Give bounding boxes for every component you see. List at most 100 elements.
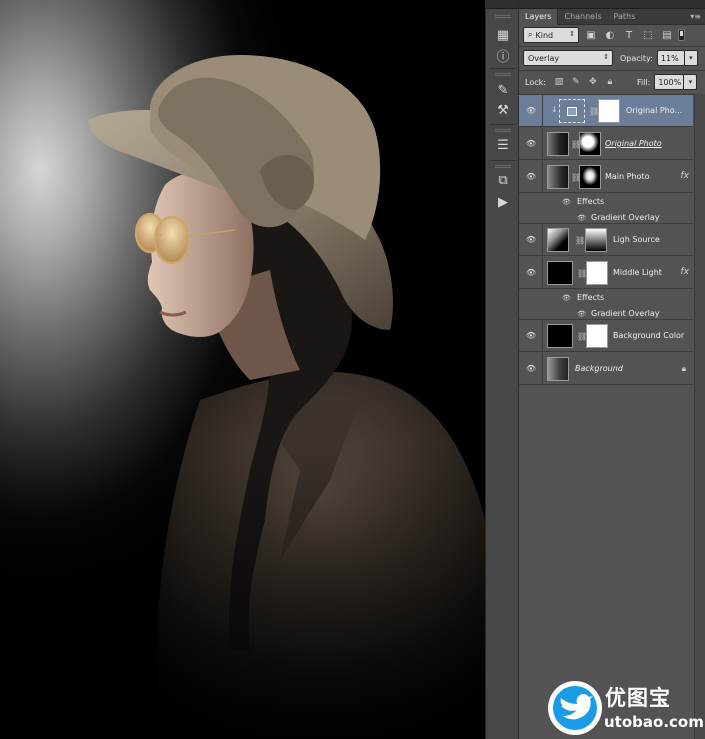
effect-row[interactable]: 👁︎ Gradient Overlay: [519, 306, 693, 320]
bird-logo-icon: [548, 681, 602, 735]
tab-layers[interactable]: Layers: [519, 9, 559, 25]
strip-grip[interactable]: [495, 129, 511, 132]
fx-badge[interactable]: fx: [681, 267, 690, 277]
layer-thumbnail[interactable]: [547, 165, 569, 189]
adjustment-filter-icon[interactable]: ◐: [603, 28, 617, 42]
layer-thumbnail[interactable]: [547, 324, 573, 348]
effects-label: Effects: [577, 197, 605, 206]
lock-image-icon[interactable]: ✎: [569, 75, 583, 89]
layer-mask-thumbnail[interactable]: [586, 324, 608, 348]
strip-grip[interactable]: [495, 15, 511, 18]
layer-name[interactable]: Middle Light: [613, 268, 662, 277]
pixel-filter-icon[interactable]: ▣: [584, 28, 598, 42]
layer-mask-thumbnail[interactable]: [585, 228, 607, 252]
type-filter-icon[interactable]: T: [622, 28, 636, 42]
fx-badge[interactable]: fx: [681, 171, 690, 181]
filter-toggle-switch[interactable]: [678, 29, 685, 41]
lock-position-icon[interactable]: ✥: [586, 75, 600, 89]
link-chain-icon[interactable]: ⛓︎: [575, 236, 585, 245]
fill-field[interactable]: 100%: [654, 74, 685, 90]
eye-column-divider: [542, 161, 543, 192]
eye-column-divider: [542, 320, 543, 351]
search-icon: ⌕: [528, 30, 533, 39]
layer-mask-thumbnail[interactable]: [586, 261, 608, 285]
visibility-eye-icon[interactable]: 👁︎: [525, 172, 537, 182]
paragraph-icon[interactable]: ☰: [492, 135, 514, 155]
fill-dropdown-button[interactable]: ▾: [684, 74, 698, 90]
layer-mask-thumbnail[interactable]: [579, 165, 601, 189]
visibility-eye-icon[interactable]: 👁︎: [525, 235, 537, 245]
layer-row[interactable]: 👁︎ ⛓︎ Main Photo fx: [519, 161, 693, 193]
layer-filter-row: ⌕ Kind ⇕ ▣ ◐ T ⬚ ▤: [523, 26, 701, 44]
smart-object-filter-icon[interactable]: ▤: [660, 28, 674, 42]
eye-column-divider: [542, 353, 543, 384]
layer-row[interactable]: 👁︎ ⛓︎ Middle Light fx: [519, 257, 693, 289]
visibility-eye-icon[interactable]: 👁︎: [577, 214, 586, 222]
effects-row[interactable]: 👁︎ Effects: [519, 290, 693, 306]
tool-presets-icon[interactable]: ⚒: [492, 100, 514, 120]
blend-mode-select[interactable]: Overlay ⇕: [523, 50, 613, 66]
visibility-eye-icon[interactable]: 👁︎: [562, 198, 571, 206]
layer-row[interactable]: 👁︎ Background 🔒︎: [519, 353, 693, 385]
panel-collapse-bar[interactable]: [519, 0, 705, 9]
layers-panel: Layers Channels Paths ▾≡ ⌕ Kind ⇕ ▣ ◐ T …: [519, 0, 705, 739]
info-icon[interactable]: ⓘ: [492, 45, 514, 65]
shape-filter-icon[interactable]: ⬚: [641, 28, 655, 42]
layer-mask-thumbnail[interactable]: [579, 132, 601, 156]
opacity-label: Opacity:: [620, 53, 653, 63]
visibility-eye-icon[interactable]: 👁︎: [525, 106, 537, 116]
strip-grip[interactable]: [495, 73, 511, 76]
layer-row[interactable]: 👁︎ ⛓︎ Ligh Source: [519, 224, 693, 256]
panel-menu-icon[interactable]: ▾≡: [690, 12, 701, 21]
strip-divider: [490, 68, 516, 69]
opacity-dropdown-button[interactable]: ▾: [684, 50, 698, 66]
strip-grip[interactable]: [495, 165, 511, 168]
layer-row[interactable]: 👁︎ ⛓︎ Background Color: [519, 320, 693, 352]
layer-row[interactable]: 👁︎ ⛓︎ Original Photo: [519, 128, 693, 160]
tab-channels[interactable]: Channels: [558, 9, 607, 25]
strip-collapse-bar[interactable]: [486, 0, 518, 9]
filter-kind-select[interactable]: ⌕ Kind ⇕: [523, 27, 579, 43]
layer-name[interactable]: Background: [575, 364, 623, 373]
layer-name[interactable]: Original Photo: [605, 139, 662, 148]
opacity-field[interactable]: 11%: [656, 50, 685, 66]
portrait-photo: [0, 0, 485, 739]
filter-kind-label: Kind: [535, 30, 554, 40]
layer-thumbnail[interactable]: [547, 228, 569, 252]
document-canvas[interactable]: [0, 0, 485, 739]
layer-thumbnail[interactable]: [547, 132, 569, 156]
watermark: 优图宝 utobao.com: [547, 680, 705, 739]
layer-comps-icon[interactable]: ⧉: [492, 170, 514, 190]
layer-thumbnail[interactable]: [547, 357, 569, 381]
layer-row[interactable]: 👁︎ ↓ ⛓︎ Original Pho...: [519, 95, 693, 127]
strip-divider: [490, 160, 516, 161]
lock-all-icon[interactable]: 🔒︎: [603, 75, 617, 89]
watermark-url: utobao.com: [604, 713, 704, 731]
brush-icon[interactable]: ✎: [492, 80, 514, 100]
visibility-eye-icon[interactable]: 👁︎: [525, 364, 537, 374]
lock-transparent-icon[interactable]: ▧: [552, 75, 566, 89]
eye-column-divider: [542, 224, 543, 255]
actions-play-icon[interactable]: ▶: [492, 192, 514, 212]
strip-divider: [490, 124, 516, 125]
history-icon[interactable]: ▦: [492, 25, 514, 45]
visibility-eye-icon[interactable]: 👁︎: [562, 294, 571, 302]
visibility-eye-icon[interactable]: 👁︎: [525, 139, 537, 149]
layer-name[interactable]: Ligh Source: [613, 235, 660, 244]
adjustment-thumbnail[interactable]: [559, 99, 585, 123]
visibility-eye-icon[interactable]: 👁︎: [525, 268, 537, 278]
fill-label: Fill:: [636, 77, 651, 87]
lock-label: Lock:: [525, 77, 546, 87]
layer-name[interactable]: Background Color: [613, 331, 684, 340]
eye-column-divider: [542, 95, 543, 126]
layer-name[interactable]: Original Pho...: [626, 106, 682, 115]
layer-thumbnail[interactable]: [547, 261, 573, 285]
layers-scrollbar[interactable]: [694, 94, 705, 739]
tab-paths[interactable]: Paths: [608, 9, 642, 25]
layer-name[interactable]: Main Photo: [605, 172, 649, 181]
visibility-eye-icon[interactable]: 👁︎: [577, 310, 586, 318]
effect-row[interactable]: 👁︎ Gradient Overlay: [519, 210, 693, 224]
effects-row[interactable]: 👁︎ Effects: [519, 194, 693, 210]
layer-mask-thumbnail[interactable]: [598, 99, 620, 123]
visibility-eye-icon[interactable]: 👁︎: [525, 331, 537, 341]
